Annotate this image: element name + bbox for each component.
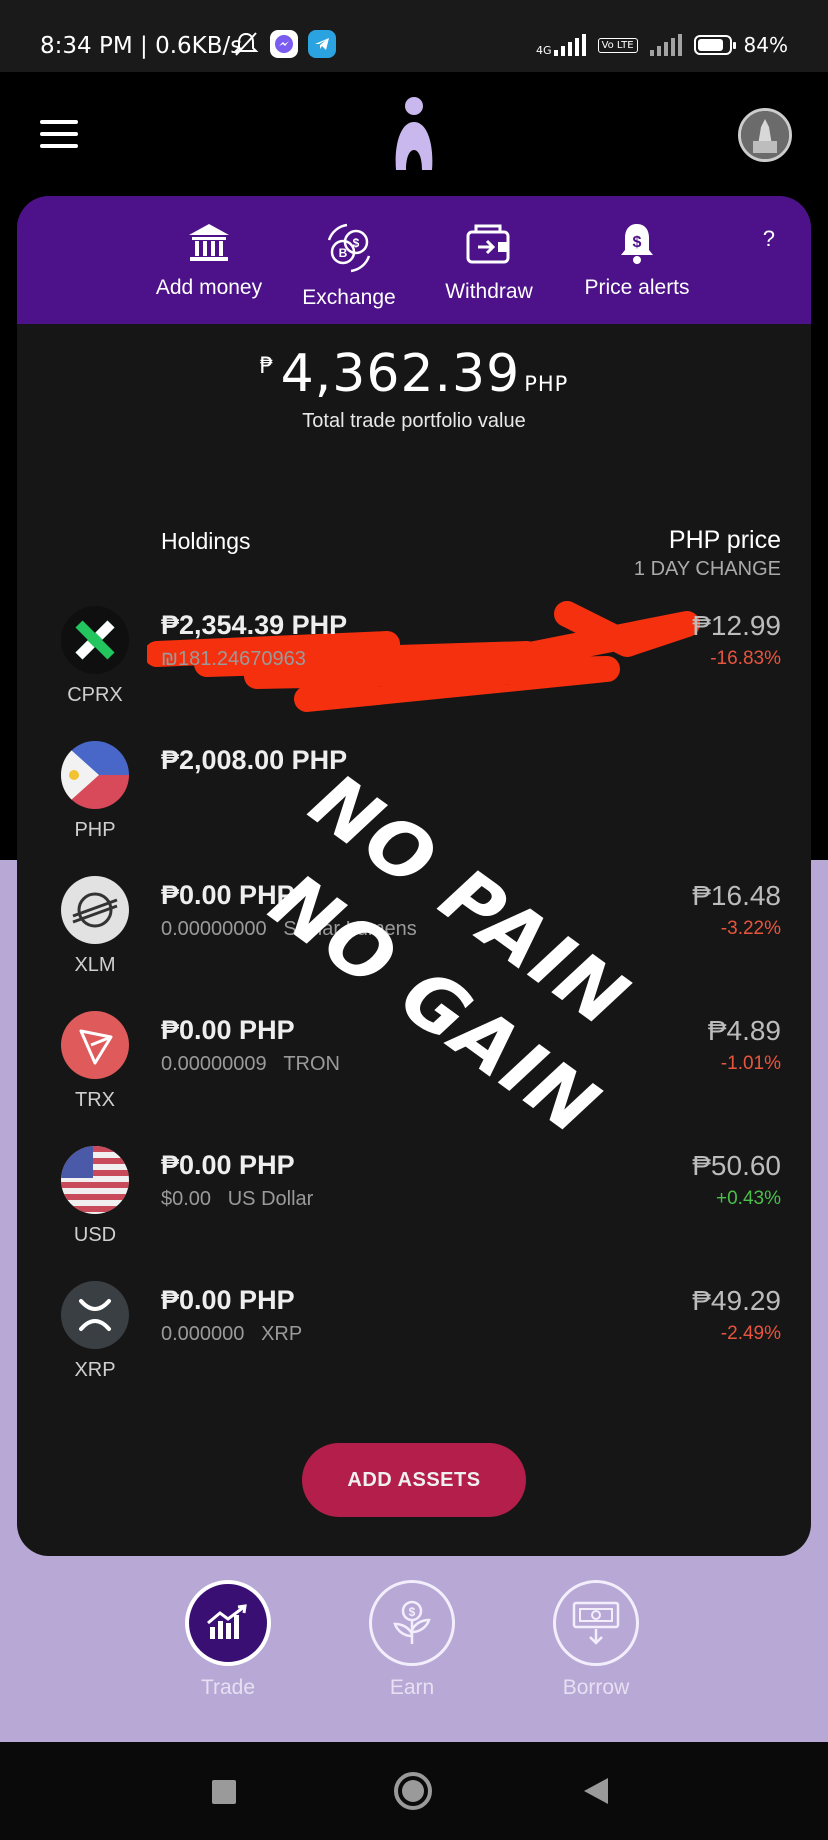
price-column-header: PHP price <box>668 526 781 554</box>
recent-apps-icon[interactable] <box>210 1778 238 1806</box>
holdings-header: Holdings <box>161 528 251 554</box>
home-icon[interactable] <box>392 1770 434 1812</box>
system-nav-bar <box>0 1742 828 1840</box>
svg-text:$: $ <box>409 1605 416 1619</box>
portfolio-currency: PHP <box>524 372 569 396</box>
quick-actions: Add money B $ Exchange Withdraw $ Price … <box>17 196 811 324</box>
earn-label: Earn <box>389 1676 435 1699</box>
messenger-icon <box>270 30 298 58</box>
bottom-nav: Trade $ Earn Borrow <box>0 1580 828 1740</box>
hamburger-icon[interactable] <box>40 120 78 148</box>
cprx-icon <box>61 606 129 674</box>
change-column-header: 1 DAY CHANGE <box>633 558 781 580</box>
peso-sign: ₱ <box>259 354 275 379</box>
signal-icon-2 <box>649 34 682 56</box>
exchange-button[interactable]: B $ Exchange <box>279 220 419 310</box>
notification-icons <box>232 30 336 58</box>
borrow-icon <box>553 1580 639 1666</box>
battery-percent: 84% <box>743 33 788 57</box>
signal-icon <box>553 34 586 56</box>
exchange-label: Exchange <box>302 286 396 309</box>
add-money-label: Add money <box>155 276 263 299</box>
portfolio-label: Total trade portfolio value <box>302 410 526 432</box>
help-button[interactable]: ? <box>763 226 775 252</box>
list-item[interactable]: CPRX ₱2,354.39 PHP ₪181.24670963 ₱12.99 … <box>17 606 811 736</box>
net-speed: 0.6KB/s <box>155 33 243 59</box>
list-item[interactable]: XRP ₱0.00 PHP 0.000000 XRP ₱49.29 -2.49% <box>17 1281 811 1411</box>
profile-avatar[interactable] <box>738 108 792 162</box>
telegram-icon <box>308 30 336 58</box>
tab-earn[interactable]: $ Earn <box>366 1580 458 1700</box>
status-bar: 8:34 PM | 0.6KB/s 4G Vo LTE 84% <box>0 0 828 72</box>
price-alerts-label: Price alerts <box>584 276 690 299</box>
app-header <box>0 72 828 200</box>
trade-label: Trade <box>200 1676 256 1699</box>
app-logo <box>395 97 433 170</box>
us-flag-icon <box>61 1146 129 1214</box>
portfolio-value: 4,362.39 <box>280 344 521 404</box>
network-type: 4G <box>536 44 552 57</box>
add-money-button[interactable]: Add money <box>139 220 279 300</box>
withdraw-label: Withdraw <box>445 280 533 303</box>
tab-trade[interactable]: Trade <box>182 1580 274 1700</box>
tron-icon <box>61 1011 129 1079</box>
philippines-flag-icon <box>61 741 129 809</box>
wallet-withdraw-icon <box>466 224 510 264</box>
back-icon[interactable] <box>582 1776 610 1806</box>
volte-icon: Vo LTE <box>597 37 638 53</box>
earn-icon: $ <box>369 1580 455 1666</box>
price-alerts-button[interactable]: $ Price alerts <box>557 220 717 300</box>
bell-dollar-icon: $ <box>621 224 653 264</box>
bell-muted-icon <box>233 32 259 56</box>
svg-text:$: $ <box>633 234 642 251</box>
portfolio-summary: ₱ 4,362.39 PHP Total trade portfolio value <box>17 344 811 433</box>
bank-icon <box>189 224 229 261</box>
borrow-label: Borrow <box>562 1676 630 1699</box>
add-assets-button[interactable]: ADD ASSETS <box>302 1443 526 1517</box>
withdraw-button[interactable]: Withdraw <box>419 220 559 304</box>
stellar-icon <box>61 876 129 944</box>
trade-icon <box>185 1580 271 1666</box>
exchange-icon: B $ <box>327 223 371 273</box>
list-item[interactable]: USD ₱0.00 PHP $0.00 US Dollar ₱50.60 +0.… <box>17 1146 811 1276</box>
xrp-icon <box>61 1281 129 1349</box>
battery-icon <box>693 35 736 55</box>
portfolio-card: Add money B $ Exchange Withdraw $ Price … <box>17 196 811 1556</box>
tab-borrow[interactable]: Borrow <box>550 1580 642 1700</box>
svg-text:$: $ <box>353 236 360 250</box>
status-time: 8:34 PM <box>40 33 133 59</box>
